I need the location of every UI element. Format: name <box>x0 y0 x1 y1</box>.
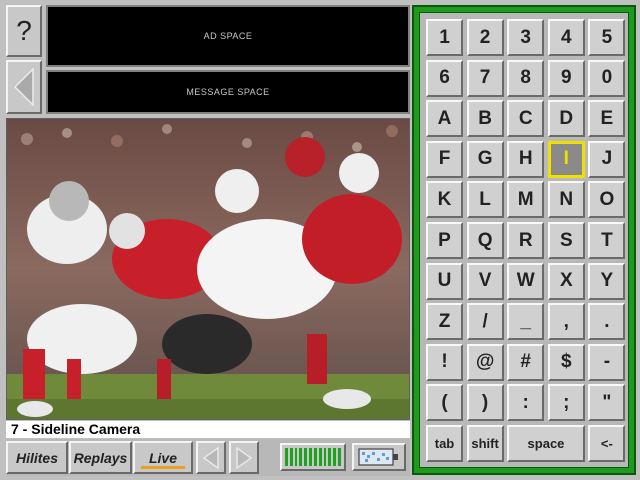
key-9-3[interactable]: ; <box>547 384 585 422</box>
key-0-0[interactable]: 1 <box>426 19 463 56</box>
signal-bar <box>289 448 293 466</box>
key-2-3[interactable]: D <box>547 100 585 138</box>
key-9-4[interactable]: " <box>588 384 626 422</box>
key-2-2[interactable]: C <box>507 100 545 138</box>
key-0-2[interactable]: 3 <box>507 19 545 56</box>
football-video-image <box>7 119 409 419</box>
help-button[interactable]: ? <box>6 5 42 57</box>
key-4-1[interactable]: L <box>466 181 504 219</box>
signal-bar <box>299 448 303 466</box>
key-2-0[interactable]: A <box>426 100 463 138</box>
key-4-0[interactable]: K <box>426 181 463 219</box>
ad-space: AD SPACE <box>46 5 410 67</box>
key-8-4[interactable]: - <box>588 343 626 381</box>
key-0-4[interactable]: 5 <box>588 19 626 56</box>
key-1-2[interactable]: 8 <box>507 59 545 97</box>
key-6-4[interactable]: Y <box>588 262 626 300</box>
key-9-1[interactable]: ) <box>466 384 504 422</box>
signal-meter-icon <box>280 443 346 471</box>
key-7-4[interactable]: . <box>588 303 626 341</box>
key-3-2[interactable]: H <box>507 140 545 178</box>
key-5-2[interactable]: R <box>507 222 545 259</box>
key-3-4[interactable]: J <box>588 140 626 178</box>
signal-bar <box>313 448 317 466</box>
key-9-2[interactable]: : <box>507 384 545 422</box>
key-shift[interactable]: shift <box>466 425 504 462</box>
key-4-4[interactable]: O <box>588 181 626 219</box>
back-arrow-icon <box>13 67 34 107</box>
key-2-1[interactable]: B <box>466 100 504 138</box>
video-feed <box>6 118 410 420</box>
key-8-0[interactable]: ! <box>426 343 463 381</box>
key-5-4[interactable]: T <box>588 222 626 259</box>
back-button[interactable] <box>6 60 42 114</box>
next-arrow-icon <box>236 446 253 469</box>
tab-hilites[interactable]: Hilites <box>6 441 68 474</box>
key-7-2[interactable]: _ <box>507 303 545 341</box>
key-1-3[interactable]: 9 <box>547 59 585 97</box>
key-backspace[interactable]: <- <box>588 425 626 462</box>
signal-bar <box>328 448 332 466</box>
key-3-3[interactable]: I <box>547 140 585 178</box>
camera-caption: 7 - Sideline Camera <box>6 421 410 438</box>
next-button[interactable] <box>229 441 259 474</box>
key-0-1[interactable]: 2 <box>466 19 504 56</box>
key-7-3[interactable]: , <box>547 303 585 341</box>
key-6-0[interactable]: U <box>426 262 463 300</box>
bottom-toolbar: Hilites Replays Live <box>6 439 410 476</box>
key-4-3[interactable]: N <box>547 181 585 219</box>
key-6-2[interactable]: W <box>507 262 545 300</box>
key-6-3[interactable]: X <box>547 262 585 300</box>
key-7-1[interactable]: / <box>466 303 504 341</box>
prev-arrow-icon <box>202 446 219 469</box>
signal-bar <box>285 448 288 466</box>
key-9-0[interactable]: ( <box>426 384 463 422</box>
key-3-0[interactable]: F <box>426 140 463 178</box>
key-8-2[interactable]: # <box>507 343 545 381</box>
key-1-0[interactable]: 6 <box>426 59 463 97</box>
key-tab[interactable]: tab <box>426 425 463 462</box>
keyboard-key-area: 1 2 3 4 5 6 7 8 9 0 A B C D E F G H I J K L M N O P Q R S T U V W X Y Z / _,.… <box>419 12 629 468</box>
signal-bar <box>318 448 322 466</box>
key-5-1[interactable]: Q <box>466 222 504 259</box>
tab-replays[interactable]: Replays <box>69 441 132 474</box>
key-1-1[interactable]: 7 <box>466 59 504 97</box>
key-7-0[interactable]: Z <box>426 303 463 341</box>
signal-bar <box>333 448 337 466</box>
signal-bar <box>304 448 308 466</box>
signal-bar <box>294 448 298 466</box>
tab-live[interactable]: Live <box>133 441 193 474</box>
key-6-1[interactable]: V <box>466 262 504 300</box>
on-screen-keyboard: 1 2 3 4 5 6 7 8 9 0 A B C D E F G H I J K L M N O P Q R S T U V W X Y Z / _,.… <box>412 5 636 475</box>
key-0-3[interactable]: 4 <box>547 19 585 56</box>
key-4-2[interactable]: M <box>507 181 545 219</box>
key-2-4[interactable]: E <box>588 100 626 138</box>
key-3-1[interactable]: G <box>466 140 504 178</box>
prev-button[interactable] <box>196 441 226 474</box>
key-5-3[interactable]: S <box>547 222 585 259</box>
key-1-4[interactable]: 0 <box>588 59 626 97</box>
key-8-1[interactable]: @ <box>466 343 504 381</box>
signal-bar <box>309 448 312 466</box>
key-space[interactable]: space <box>507 425 585 462</box>
signal-bar <box>323 448 327 466</box>
key-8-3[interactable]: $ <box>547 343 585 381</box>
message-space: MESSAGE SPACE <box>46 70 410 114</box>
signal-bar <box>338 448 341 466</box>
key-5-0[interactable]: P <box>426 222 463 259</box>
battery-icon <box>352 443 406 471</box>
